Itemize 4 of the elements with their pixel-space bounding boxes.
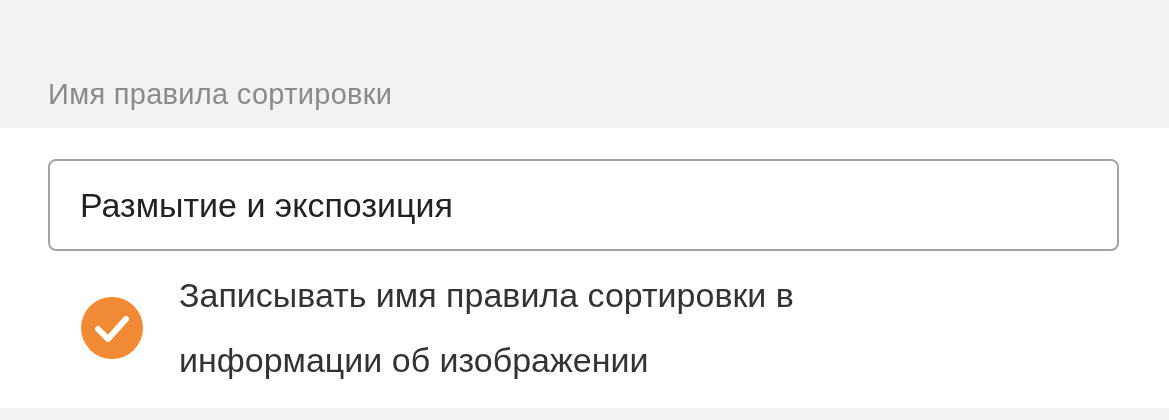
section-label: Имя правила сортировки [48,78,393,110]
checkbox[interactable] [81,297,143,359]
rule-name-field[interactable]: Размытие и экспозиция [48,159,1119,251]
option-label: Записывать имя правила сортировки в информации об изображении [179,275,795,381]
